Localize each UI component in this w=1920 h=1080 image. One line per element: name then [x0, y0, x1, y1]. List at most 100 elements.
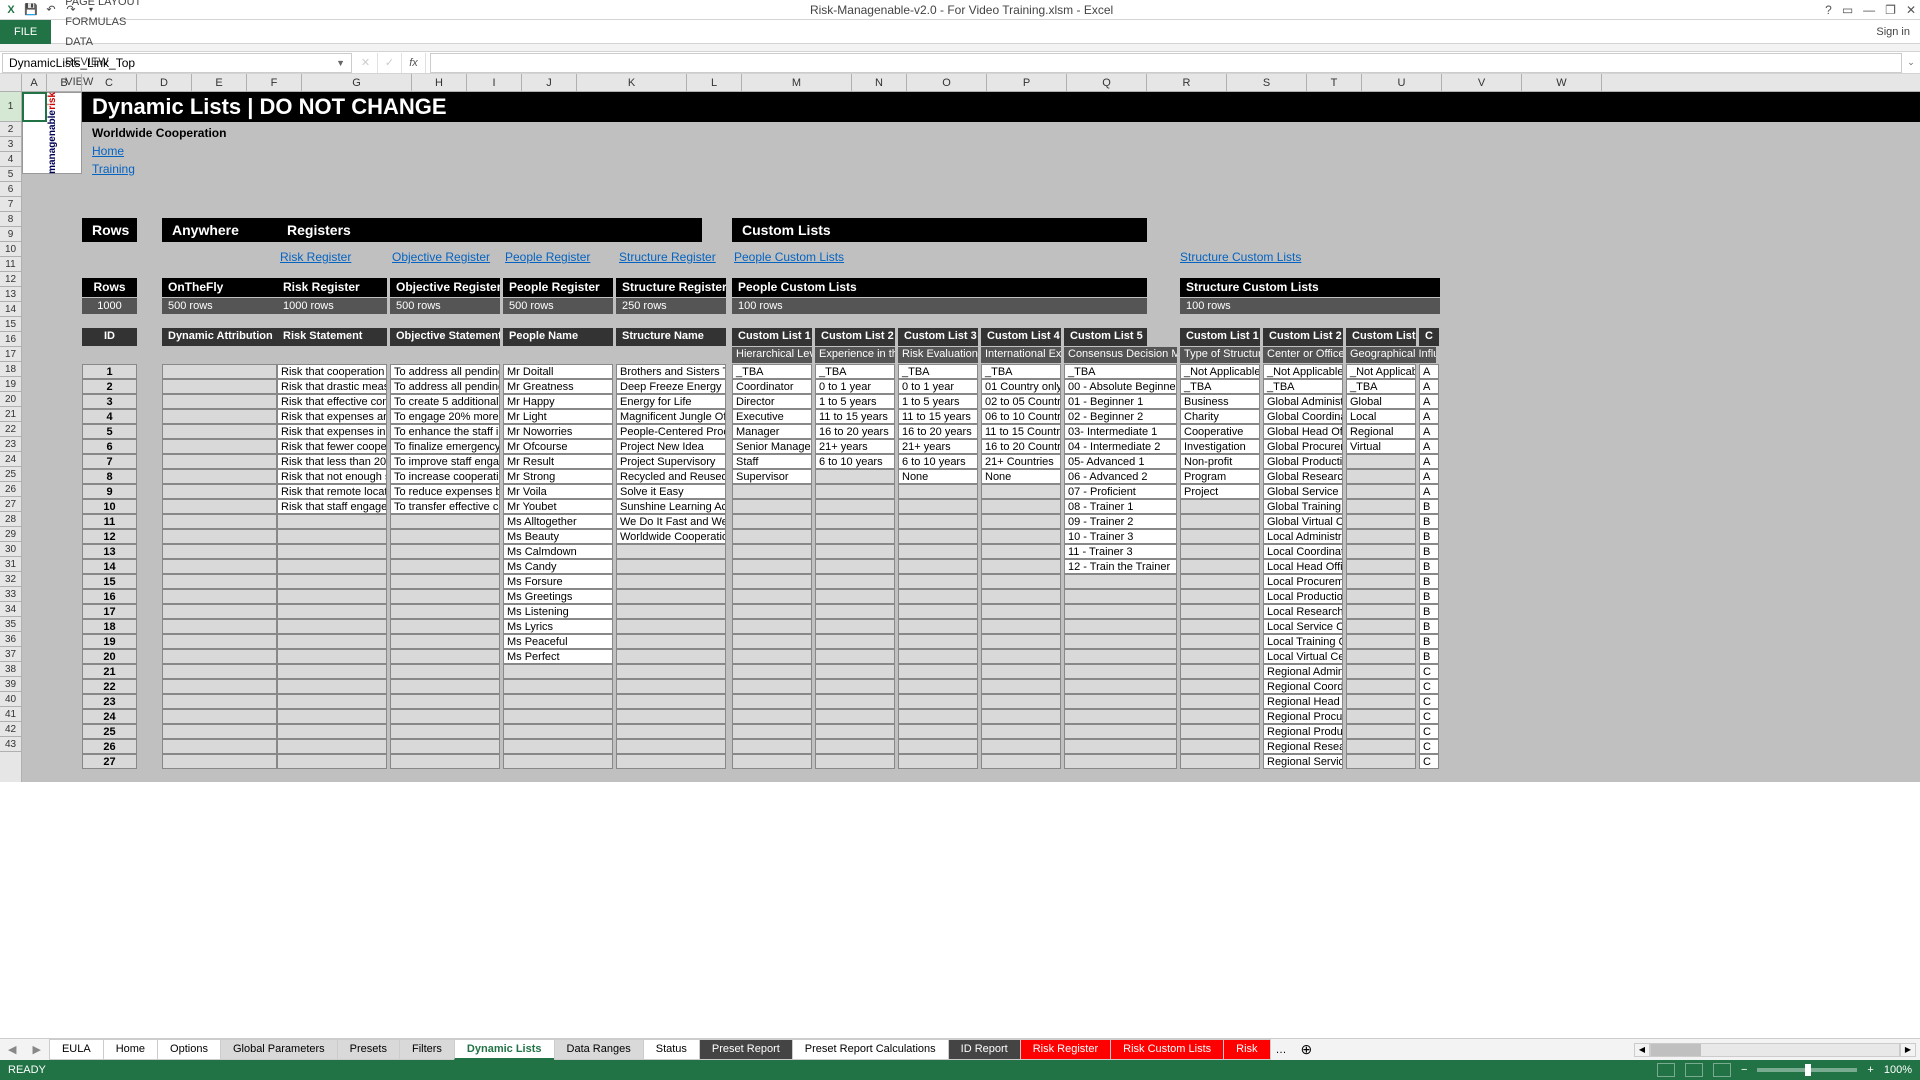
- data-cell[interactable]: [616, 739, 726, 754]
- sheet-tab-risk[interactable]: Risk: [1223, 1039, 1270, 1060]
- file-tab[interactable]: FILE: [0, 20, 51, 44]
- row-header-20[interactable]: 20: [0, 392, 21, 407]
- data-cell[interactable]: Mr Doitall: [503, 364, 613, 379]
- data-cell[interactable]: None: [898, 469, 978, 484]
- data-cell[interactable]: [616, 589, 726, 604]
- data-cell[interactable]: Risk that staff engagemen: [277, 499, 387, 514]
- data-cell[interactable]: Charity: [1180, 409, 1260, 424]
- row-header-25[interactable]: 25: [0, 467, 21, 482]
- data-cell[interactable]: A: [1419, 484, 1439, 499]
- data-cell[interactable]: [898, 679, 978, 694]
- data-cell[interactable]: 06 to 10 Countries: [981, 409, 1061, 424]
- data-cell[interactable]: [277, 679, 387, 694]
- data-cell[interactable]: 4: [82, 409, 137, 424]
- save-icon[interactable]: 💾: [24, 3, 38, 17]
- data-cell[interactable]: 11 - Trainer 3: [1064, 544, 1177, 559]
- data-cell[interactable]: [277, 559, 387, 574]
- data-cell[interactable]: [1180, 634, 1260, 649]
- data-cell[interactable]: [815, 544, 895, 559]
- data-cell[interactable]: [390, 574, 500, 589]
- data-cell[interactable]: [981, 574, 1061, 589]
- row-header-7[interactable]: 7: [0, 197, 21, 212]
- data-cell[interactable]: 5: [82, 424, 137, 439]
- data-cell[interactable]: Local Research Center: [1263, 604, 1343, 619]
- data-cell[interactable]: [162, 424, 277, 439]
- data-cell[interactable]: [503, 694, 613, 709]
- data-cell[interactable]: 17: [82, 604, 137, 619]
- data-cell[interactable]: [277, 724, 387, 739]
- data-cell[interactable]: [815, 574, 895, 589]
- data-cell[interactable]: Ms Forsure: [503, 574, 613, 589]
- data-cell[interactable]: 15: [82, 574, 137, 589]
- row-header-9[interactable]: 9: [0, 227, 21, 242]
- data-cell[interactable]: B: [1419, 589, 1439, 604]
- data-cell[interactable]: [898, 694, 978, 709]
- col-header-B[interactable]: B: [47, 74, 82, 91]
- data-cell[interactable]: Global: [1346, 394, 1416, 409]
- data-cell[interactable]: Regional Procurement Center: [1263, 709, 1343, 724]
- data-cell[interactable]: 01 - Beginner 1: [1064, 394, 1177, 409]
- data-cell[interactable]: 01 Country only: [981, 379, 1061, 394]
- data-cell[interactable]: C: [1419, 709, 1439, 724]
- data-cell[interactable]: Mr Ofcourse: [503, 439, 613, 454]
- data-cell[interactable]: Recycled and Reused: [616, 469, 726, 484]
- row-header-17[interactable]: 17: [0, 347, 21, 362]
- row-headers[interactable]: 1234567891011121314151617181920212223242…: [0, 92, 22, 782]
- data-cell[interactable]: [1346, 559, 1416, 574]
- data-cell[interactable]: [390, 739, 500, 754]
- data-cell[interactable]: Coordinator: [732, 379, 812, 394]
- data-cell[interactable]: 02 - Beginner 2: [1064, 409, 1177, 424]
- tab-add-icon[interactable]: ⊕: [1293, 1041, 1321, 1058]
- data-cell[interactable]: [162, 469, 277, 484]
- data-cell[interactable]: [732, 499, 812, 514]
- data-cell[interactable]: 6 to 10 years: [815, 454, 895, 469]
- data-cell[interactable]: C: [1419, 739, 1439, 754]
- row-header-12[interactable]: 12: [0, 272, 21, 287]
- data-cell[interactable]: Risk that drastic measure: [277, 379, 387, 394]
- data-cell[interactable]: Senior Manager: [732, 439, 812, 454]
- data-cell[interactable]: [981, 754, 1061, 769]
- col-header-N[interactable]: N: [852, 74, 907, 91]
- data-cell[interactable]: [815, 679, 895, 694]
- col-header-A[interactable]: A: [22, 74, 47, 91]
- data-cell[interactable]: [1346, 454, 1416, 469]
- data-cell[interactable]: 21: [82, 664, 137, 679]
- row-header-23[interactable]: 23: [0, 437, 21, 452]
- data-cell[interactable]: [898, 724, 978, 739]
- row-header-37[interactable]: 37: [0, 647, 21, 662]
- row-header-39[interactable]: 39: [0, 677, 21, 692]
- data-cell[interactable]: Deep Freeze Energy Cen: [616, 379, 726, 394]
- data-cell[interactable]: [390, 619, 500, 634]
- data-cell[interactable]: [732, 679, 812, 694]
- data-cell[interactable]: [277, 544, 387, 559]
- data-cell[interactable]: 9: [82, 484, 137, 499]
- data-cell[interactable]: [815, 604, 895, 619]
- data-cell[interactable]: 16 to 20 years: [898, 424, 978, 439]
- data-cell[interactable]: None: [981, 469, 1061, 484]
- data-cell[interactable]: Risk that less than 20% m: [277, 454, 387, 469]
- ribbon-tab-formulas[interactable]: FORMULAS: [51, 12, 155, 32]
- data-cell[interactable]: _TBA: [732, 364, 812, 379]
- data-cell[interactable]: People-Centered Procure: [616, 424, 726, 439]
- data-cell[interactable]: [732, 724, 812, 739]
- col-header-M[interactable]: M: [742, 74, 852, 91]
- data-cell[interactable]: [815, 619, 895, 634]
- row-header-27[interactable]: 27: [0, 497, 21, 512]
- data-cell[interactable]: [1064, 649, 1177, 664]
- data-cell[interactable]: Ms Candy: [503, 559, 613, 574]
- row-header-26[interactable]: 26: [0, 482, 21, 497]
- data-cell[interactable]: Regional Head Office: [1263, 694, 1343, 709]
- data-cell[interactable]: [390, 724, 500, 739]
- data-cell[interactable]: Local Production Center: [1263, 589, 1343, 604]
- data-cell[interactable]: [616, 619, 726, 634]
- data-cell[interactable]: [162, 619, 277, 634]
- row-header-24[interactable]: 24: [0, 452, 21, 467]
- risk-register-link[interactable]: Risk Register: [280, 250, 351, 264]
- row-header-5[interactable]: 5: [0, 167, 21, 182]
- formula-expand-icon[interactable]: ⌄: [1902, 57, 1920, 68]
- data-cell[interactable]: [815, 664, 895, 679]
- data-cell[interactable]: 11: [82, 514, 137, 529]
- data-cell[interactable]: Mr Youbet: [503, 499, 613, 514]
- data-cell[interactable]: [1064, 589, 1177, 604]
- row-header-19[interactable]: 19: [0, 377, 21, 392]
